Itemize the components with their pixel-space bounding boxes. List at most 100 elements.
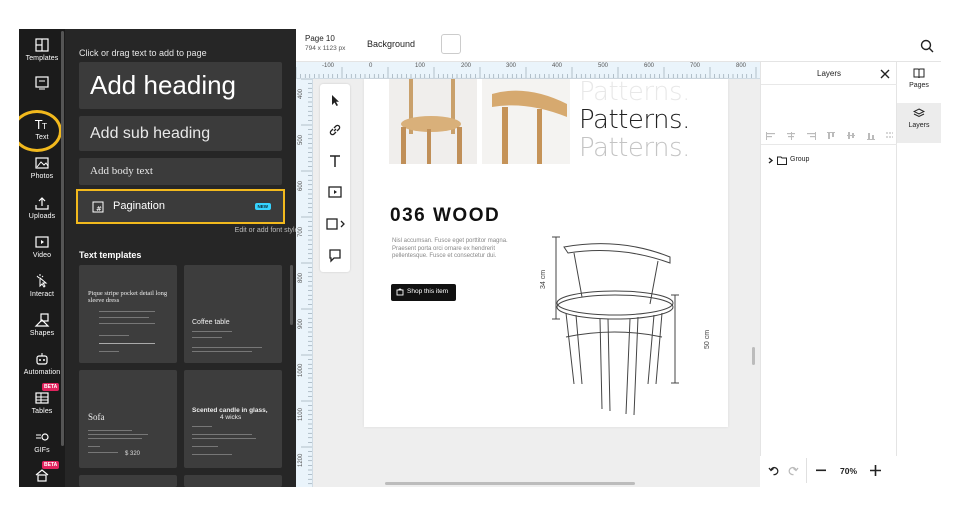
text-tool-icon[interactable] — [327, 153, 343, 169]
ruler-label: 1200 — [298, 453, 304, 467]
pagination-label: Pagination — [113, 200, 165, 212]
home-icon — [35, 469, 49, 482]
media-icon[interactable] — [327, 184, 343, 200]
zoom-level[interactable]: 70% — [840, 466, 857, 476]
tables-icon — [35, 392, 49, 404]
app-window: Templates TT Text Photos Uploads Video I… — [19, 29, 941, 487]
patterns-text-3[interactable]: Patterns. — [579, 134, 690, 162]
upload-icon — [35, 197, 49, 210]
template-card-partial[interactable] — [184, 475, 282, 487]
pages-tab[interactable]: Pages — [897, 68, 941, 89]
rail-photos[interactable]: Photos — [19, 155, 65, 180]
product-description[interactable]: Nisl accumsan. Fusce eget porttitor magn… — [392, 238, 512, 261]
ruler-label: 500 — [598, 63, 609, 69]
chair-detail-image — [492, 90, 567, 164]
layers-header: Layers — [761, 62, 897, 84]
canvas-tools — [320, 84, 350, 272]
template-card-partial[interactable] — [79, 475, 177, 487]
layers-icon — [913, 108, 925, 118]
chair-line-drawing[interactable] — [530, 229, 700, 419]
rail-shapes[interactable]: Shapes — [19, 312, 65, 337]
panel-instruction: Click or drag text to add to page — [79, 48, 207, 58]
chevron-right-icon[interactable] — [767, 157, 774, 164]
template-card-dress[interactable]: Pique stripe pocket detail long sleeve d… — [79, 265, 177, 363]
height-dimension-label: 34 cm — [540, 269, 547, 289]
product-heading[interactable]: 036 WOOD — [390, 205, 500, 227]
template-title: Pique stripe pocket detail long sleeve d… — [88, 290, 168, 304]
vertical-scrollbar[interactable] — [752, 347, 755, 365]
link-icon[interactable] — [327, 122, 343, 138]
shop-button[interactable]: Shop this item — [391, 284, 456, 301]
comment-icon[interactable] — [327, 247, 343, 263]
rail-home[interactable] — [19, 467, 65, 483]
align-tools[interactable] — [765, 131, 893, 141]
ruler-label: 300 — [506, 63, 517, 69]
top-bar: Page 10 794 x 1123 px Background — [296, 29, 941, 62]
shape-tool-icon[interactable] — [325, 216, 347, 232]
ruler-label: 900 — [298, 318, 304, 329]
template-card-coffee-table[interactable]: Coffee table — [184, 265, 282, 363]
ruler-horizontal: -100 0 100 200 300 400 500 600 700 800 — [296, 62, 760, 79]
rail-templates[interactable]: Templates — [19, 37, 65, 62]
rail-automation[interactable]: Automation — [19, 351, 65, 376]
rail-label-automation: Automation — [23, 369, 61, 376]
undo-icon[interactable] — [768, 465, 779, 476]
ruler-label: 0 — [369, 63, 373, 69]
automation-icon — [36, 353, 48, 365]
edit-font-styles-link[interactable]: Edit or add font styles — [235, 227, 302, 234]
ruler-label: -100 — [322, 63, 335, 69]
book-icon — [913, 68, 925, 79]
zoom-in-icon[interactable] — [870, 465, 881, 476]
text-panel: Click or drag text to add to page Add he… — [61, 29, 302, 487]
panel-scrollbar[interactable] — [290, 265, 293, 325]
search-icon[interactable] — [920, 39, 934, 53]
template-card-sofa[interactable]: Sofa $ 320 — [79, 370, 177, 468]
add-sub-heading-button[interactable]: Add sub heading — [79, 116, 282, 151]
patterns-text-1[interactable]: Patterns. — [579, 79, 690, 106]
rail-tables[interactable]: Tables — [19, 390, 65, 415]
ruler-label: 700 — [690, 63, 701, 69]
layers-tab[interactable]: Layers — [897, 108, 941, 129]
add-heading-button[interactable]: Add heading — [79, 62, 282, 109]
gifs-icon — [36, 433, 49, 441]
rail-video[interactable]: Video — [19, 234, 65, 259]
ruler-label: 800 — [298, 272, 304, 283]
chair-photo-2[interactable] — [482, 79, 570, 164]
layers-title: Layers — [817, 69, 842, 78]
template-card-candle[interactable]: Scented candle in glass, 4 wicks — [184, 370, 282, 468]
zoom-out-icon[interactable] — [816, 469, 826, 472]
interact-icon — [36, 274, 48, 288]
ruler-label: 500 — [298, 134, 304, 145]
close-icon[interactable] — [880, 69, 890, 79]
new-badge: NEW — [254, 203, 271, 210]
rail-item-2[interactable] — [19, 75, 65, 91]
rail-uploads[interactable]: Uploads — [19, 195, 65, 220]
add-body-text-button[interactable]: Add body text — [79, 158, 282, 185]
seat-dimension-label: 50 cm — [704, 329, 711, 349]
elements-icon — [35, 76, 49, 90]
add-sub-heading-label: Add sub heading — [90, 125, 211, 142]
template-subtitle: 4 wicks — [220, 414, 242, 421]
ruler-label: 700 — [298, 226, 304, 237]
ruler-label: 600 — [644, 63, 655, 69]
pagination-icon: # — [92, 201, 104, 213]
design-page[interactable]: Patterns. Patterns. Patterns. 036 WOOD N… — [364, 79, 728, 427]
rail-interact[interactable]: Interact — [19, 273, 65, 298]
rail-scrollbar[interactable] — [61, 31, 64, 446]
pagination-button[interactable]: # Pagination NEW — [76, 189, 285, 224]
shop-button-label: Shop this item — [407, 288, 449, 295]
rail-gifs[interactable]: GIFs — [19, 429, 65, 454]
redo-icon[interactable] — [788, 465, 799, 476]
layer-label: Group — [790, 156, 810, 163]
rail-label-interact: Interact — [29, 291, 55, 298]
background-color-swatch[interactable] — [441, 34, 461, 54]
chair-photo-1[interactable] — [389, 79, 477, 164]
select-icon[interactable] — [327, 92, 343, 108]
video-icon — [35, 236, 49, 248]
ruler-label: 200 — [461, 63, 472, 69]
folder-icon — [777, 156, 787, 165]
templates-icon — [35, 38, 49, 52]
patterns-text-2[interactable]: Patterns. — [579, 106, 690, 134]
horizontal-scrollbar[interactable] — [385, 482, 635, 485]
rail-label-uploads: Uploads — [28, 213, 56, 220]
